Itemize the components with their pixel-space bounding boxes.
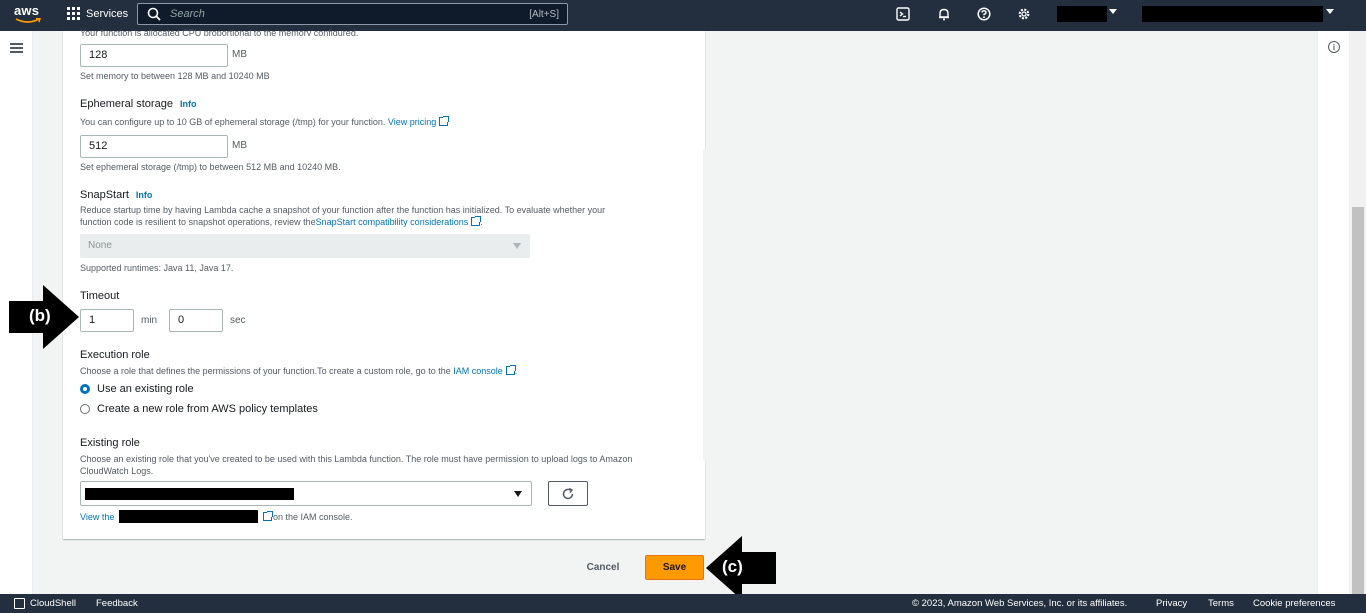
search-placeholder: Search [170,8,205,20]
grid-icon [67,7,80,20]
use-existing-role-label[interactable]: Use an existing role [97,383,194,395]
external-link-icon [439,116,450,126]
memory-hint: Set memory to between 128 MB and 10240 M… [80,71,270,81]
panel-edge [703,150,706,460]
snapstart-info-link[interactable]: Info [136,190,153,200]
snapstart-select-value: None [88,240,112,251]
footer-cloudshell-link[interactable]: CloudShell [30,598,76,609]
create-new-role-label[interactable]: Create a new role from AWS policy templa… [97,403,318,415]
scrollbar-thumb[interactable] [1352,207,1364,613]
right-rail: i [1317,31,1349,594]
timeout-minutes-unit: min [141,315,158,326]
snapstart-label: SnapStart Info [80,189,152,201]
cancel-button[interactable]: Cancel [578,557,628,579]
view-role-line: View the [80,511,114,523]
snapstart-select: None [80,234,530,258]
search-shortcut-hint: [Alt+S] [529,8,559,20]
footer-terms-link[interactable]: Terms [1208,598,1234,609]
snapstart-description-line2: function code is resilient to snapshot o… [80,216,483,228]
snapstart-description-line1: Reduce startup time by having Lambda cac… [80,205,606,215]
existing-role-description-line1: Choose an existing role that you've crea… [80,454,633,464]
region-selector-redacted[interactable] [1057,6,1107,22]
services-menu-button[interactable]: Services [67,7,128,20]
annotation-arrow-c: (c) [706,536,776,600]
ephemeral-unit: MB [232,140,247,151]
snapstart-compatibility-link[interactable]: SnapStart compatibility considerations [316,217,469,227]
view-role-link[interactable]: View the [80,512,114,522]
ephemeral-desc-text: You can configure up to 10 GB of ephemer… [80,117,386,127]
cloudshell-icon[interactable] [896,7,910,21]
ephemeral-storage-title: Ephemeral storage [80,98,173,110]
refresh-roles-button[interactable] [548,481,588,506]
footer: CloudShell Feedback © 2023, Amazon Web S… [0,594,1366,613]
dropdown-caret-icon [514,491,522,497]
chevron-down-icon [1326,9,1334,14]
execution-role-description: Choose a role that defines the permissio… [80,365,517,377]
view-role-suffix: on the IAM console. [273,512,353,522]
search-icon [147,7,161,21]
snapstart-desc2-text: function code is resilient to snapshot o… [80,217,316,227]
footer-copyright: © 2023, Amazon Web Services, Inc. or its… [912,598,1128,609]
ephemeral-hint: Set ephemeral storage (/tmp) to between … [80,162,341,172]
search-input[interactable]: Search [Alt+S] [137,3,568,25]
bell-icon[interactable] [937,7,951,21]
footer-feedback-link[interactable]: Feedback [96,598,138,609]
ephemeral-description: You can configure up to 10 GB of ephemer… [80,116,450,128]
footer-privacy-link[interactable]: Privacy [1156,598,1187,609]
footer-cookie-preferences-link[interactable]: Cookie preferences [1253,598,1335,609]
save-button[interactable]: Save [645,555,704,580]
annotation-label-c: (c) [722,557,743,576]
role-link-redacted[interactable] [119,510,258,523]
execution-role-desc-text: Choose a role that defines the permissio… [80,366,451,376]
existing-role-description-line2: CloudWatch Logs. [80,466,154,476]
existing-role-label: Existing role [80,437,140,449]
role-name-redacted [85,488,294,500]
timeout-seconds-input[interactable]: 0 [169,309,223,332]
create-new-role-radio[interactable] [80,404,90,414]
aws-smile-icon [15,18,41,23]
memory-description: Your function is allocated CPU proportio… [80,28,359,36]
snapstart-hint: Supported runtimes: Java 11, Java 17. [80,263,234,273]
cloudshell-icon[interactable] [14,598,25,609]
gear-icon[interactable] [1017,7,1031,21]
timeout-label: Timeout [80,290,120,302]
use-existing-role-radio[interactable] [80,384,90,394]
existing-role-select[interactable] [80,481,532,506]
snapstart-title: SnapStart [80,189,129,201]
execution-role-label: Execution role [80,349,150,361]
services-label: Services [86,7,129,20]
memory-input[interactable]: 128 [80,44,228,67]
help-icon[interactable] [977,7,991,21]
info-panel-icon[interactable]: i [1328,41,1340,53]
page-scrollbar[interactable] [1349,31,1366,613]
external-link-icon [505,365,516,375]
view-pricing-link[interactable]: View pricing [388,117,436,127]
dropdown-caret-icon [513,243,521,249]
annotation-arrow-b: (b) [9,285,79,349]
account-menu-redacted[interactable] [1142,6,1323,22]
aws-logo-text: aws [14,3,40,18]
timeout-seconds-unit: sec [230,315,246,326]
ephemeral-info-link[interactable]: Info [180,99,197,109]
ephemeral-storage-input[interactable]: 512 [80,135,228,158]
iam-console-link[interactable]: IAM console [453,366,503,376]
refresh-icon [562,487,574,499]
aws-logo[interactable]: aws [14,3,42,27]
external-link-icon [263,511,273,521]
chevron-down-icon [1109,9,1117,14]
memory-unit: MB [232,49,247,60]
timeout-minutes-input[interactable]: 1 [80,309,134,332]
annotation-label-b: (b) [29,306,51,325]
external-link-icon [471,216,482,226]
ephemeral-storage-label: Ephemeral storage Info [80,98,196,110]
hamburger-menu-icon[interactable] [10,43,23,53]
